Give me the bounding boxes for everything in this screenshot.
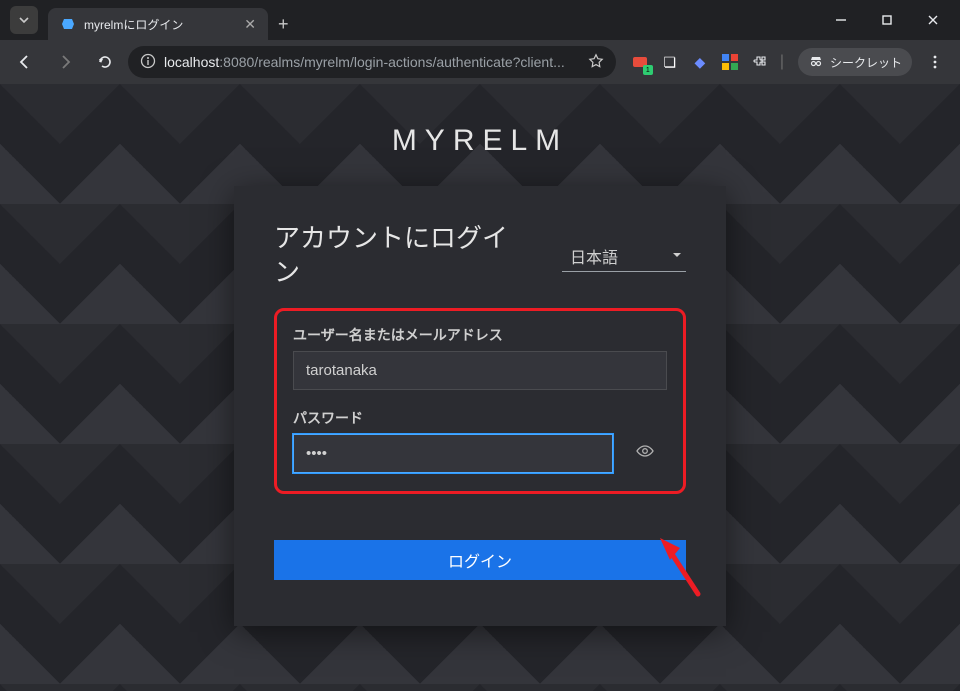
username-input[interactable] bbox=[293, 351, 667, 390]
bookmark-star-icon[interactable] bbox=[588, 53, 604, 72]
extension-icon[interactable]: ◆ bbox=[690, 52, 710, 72]
reload-button[interactable] bbox=[88, 45, 122, 79]
minimize-button[interactable] bbox=[818, 0, 864, 40]
login-form-highlight: ユーザー名またはメールアドレス パスワード bbox=[274, 308, 686, 494]
password-label: パスワード bbox=[293, 408, 667, 428]
keycloak-favicon-icon bbox=[60, 16, 76, 32]
toggle-password-visibility-button[interactable] bbox=[623, 434, 667, 473]
site-info-icon[interactable] bbox=[140, 53, 156, 72]
extension-icon[interactable]: 1 bbox=[630, 52, 650, 72]
close-tab-icon[interactable]: ✕ bbox=[244, 16, 256, 33]
language-value: 日本語 bbox=[570, 244, 618, 268]
browser-tab[interactable]: myrelmにログイン ✕ bbox=[48, 8, 268, 40]
browser-menu-button[interactable] bbox=[918, 45, 952, 79]
incognito-indicator[interactable]: シークレット bbox=[798, 48, 912, 76]
page-viewport: MYRELM アカウントにログイン 日本語 ユーザー名またはメールアドレス パス… bbox=[0, 84, 960, 691]
forward-button[interactable] bbox=[48, 45, 82, 79]
annotation-arrow-icon bbox=[660, 538, 704, 598]
maximize-button[interactable] bbox=[864, 0, 910, 40]
tab-list-button[interactable] bbox=[10, 6, 38, 34]
close-window-button[interactable] bbox=[910, 0, 956, 40]
browser-toolbar: localhost:8080/realms/myrelm/login-actio… bbox=[0, 40, 960, 84]
incognito-label: シークレット bbox=[830, 54, 902, 71]
login-card: アカウントにログイン 日本語 ユーザー名またはメールアドレス パスワード bbox=[234, 186, 726, 626]
window-controls bbox=[818, 0, 956, 40]
password-input[interactable] bbox=[293, 434, 613, 473]
incognito-icon bbox=[808, 53, 824, 72]
tab-title: myrelmにログイン bbox=[84, 16, 236, 33]
username-label: ユーザー名またはメールアドレス bbox=[293, 325, 667, 345]
new-tab-button[interactable]: + bbox=[268, 14, 299, 35]
back-button[interactable] bbox=[8, 45, 42, 79]
extension-icons: 1 ❏ ◆ | bbox=[630, 52, 784, 72]
window-titlebar: myrelmにログイン ✕ + bbox=[0, 0, 960, 40]
extension-icon[interactable]: ❏ bbox=[660, 52, 680, 72]
language-select[interactable]: 日本語 bbox=[562, 240, 686, 272]
realm-title: MYRELM bbox=[392, 124, 568, 158]
eye-icon bbox=[635, 441, 655, 466]
login-button[interactable]: ログイン bbox=[274, 540, 686, 580]
login-heading: アカウントにログイン bbox=[274, 222, 514, 290]
chevron-down-icon bbox=[672, 247, 682, 265]
extension-icon[interactable] bbox=[720, 52, 740, 72]
address-bar[interactable]: localhost:8080/realms/myrelm/login-actio… bbox=[128, 46, 616, 78]
url-text: localhost:8080/realms/myrelm/login-actio… bbox=[164, 54, 580, 70]
extensions-puzzle-icon[interactable] bbox=[750, 52, 770, 72]
